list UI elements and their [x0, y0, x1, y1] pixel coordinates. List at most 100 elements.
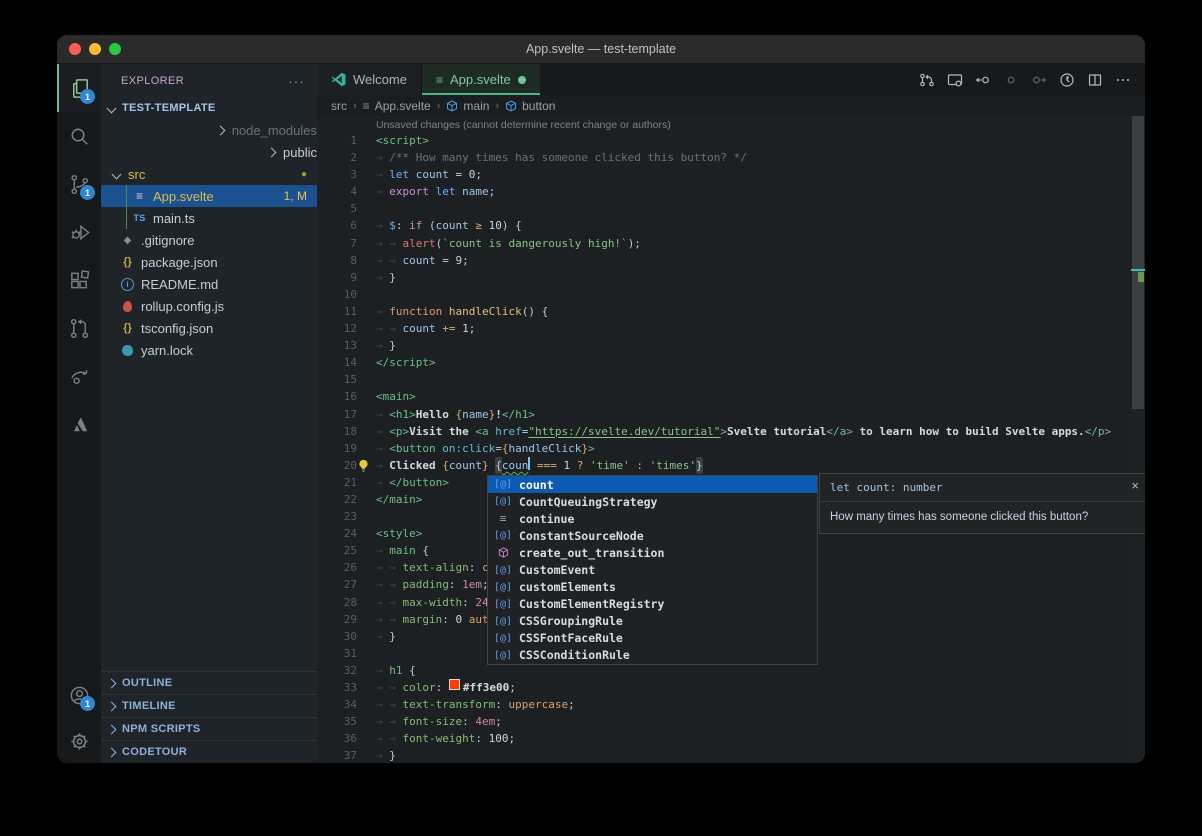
- file-row-.gitignore[interactable]: ◆.gitignore: [101, 229, 317, 251]
- suggest-item-label: create_out_transition: [519, 546, 664, 560]
- line-number: 17: [317, 406, 376, 423]
- editor-scrollbar[interactable]: [1131, 116, 1145, 763]
- code-line-16[interactable]: 16<main>: [317, 388, 1145, 405]
- suggest-docs-panel: let count: number How many times has som…: [819, 473, 1145, 534]
- search-icon[interactable]: [57, 112, 101, 160]
- code-line-9[interactable]: 9→ }: [317, 269, 1145, 286]
- suggest-item-CSSGroupingRule[interactable]: [@]CSSGroupingRule: [488, 613, 817, 630]
- suggest-item-continue[interactable]: ≡continue: [488, 510, 817, 527]
- suggest-item-customElements[interactable]: [@]customElements: [488, 579, 817, 596]
- lightbulb-icon[interactable]: [357, 459, 370, 472]
- code-line-18[interactable]: 18→ <p>Visit the <a href="https://svelte…: [317, 423, 1145, 440]
- file-row-rollup.config.js[interactable]: rollup.config.js: [101, 295, 317, 317]
- breadcrumb-item-button[interactable]: button: [505, 99, 555, 113]
- code-line-2[interactable]: 2→ /** How many times has someone clicke…: [317, 149, 1145, 166]
- code-line-8[interactable]: 8→ → count = 9;: [317, 252, 1145, 269]
- tab-welcome[interactable]: Welcome: [317, 64, 422, 95]
- suggest-item-CountQueuingStrategy[interactable]: [@]CountQueuingStrategy: [488, 493, 817, 510]
- code-line-17[interactable]: 17→ <h1>Hello {name}!</h1>: [317, 406, 1145, 423]
- file-row-public[interactable]: public: [101, 141, 317, 163]
- timeline-icon[interactable]: [1055, 68, 1079, 92]
- suggest-item-CSSConditionRule[interactable]: [@]CSSConditionRule: [488, 647, 817, 664]
- line-number: 18: [317, 423, 376, 440]
- suggest-item-CustomElementRegistry[interactable]: [@]CustomElementRegistry: [488, 596, 817, 613]
- line-number: 33: [317, 679, 376, 696]
- code-line-19[interactable]: 19→ <button on:click={handleClick}>: [317, 440, 1145, 457]
- next-change-icon[interactable]: [1027, 68, 1051, 92]
- code-line-13[interactable]: 13→ }: [317, 337, 1145, 354]
- azure-icon[interactable]: [57, 400, 101, 448]
- code-line-36[interactable]: 36→ → font-weight: 100;: [317, 730, 1145, 747]
- code-line-14[interactable]: 14</script>: [317, 354, 1145, 371]
- code-line-3[interactable]: 3→ let count = 0;: [317, 166, 1145, 183]
- code-line-1[interactable]: 1<script>: [317, 132, 1145, 149]
- color-swatch[interactable]: [449, 679, 460, 690]
- suggest-item-ConstantSourceNode[interactable]: [@]ConstantSourceNode: [488, 527, 817, 544]
- suggest-item-count[interactable]: [@]count: [488, 476, 817, 493]
- code-line-5[interactable]: 5: [317, 200, 1145, 217]
- section-codetour[interactable]: CODETOUR: [101, 740, 317, 763]
- github-pr-icon[interactable]: [57, 304, 101, 352]
- code-line-37[interactable]: 37→ }: [317, 747, 1145, 763]
- code-line-6[interactable]: 6→ $: if (count ≥ 10) {: [317, 217, 1145, 234]
- symbol-cube-icon: [505, 100, 517, 112]
- breadcrumb-item-src[interactable]: src: [331, 99, 347, 113]
- project-name: TEST-TEMPLATE: [122, 102, 216, 114]
- file-row-src[interactable]: src●: [101, 163, 317, 185]
- settings-gear-icon[interactable]: [57, 719, 101, 763]
- explorer-more-actions[interactable]: ···: [288, 73, 305, 89]
- code-line-15[interactable]: 15: [317, 371, 1145, 388]
- code-line-35[interactable]: 35→ → font-size: 4em;: [317, 713, 1145, 730]
- file-row-yarn.lock[interactable]: yarn.lock: [101, 339, 317, 361]
- file-row-tsconfig.json[interactable]: {}tsconfig.json: [101, 317, 317, 339]
- code-line-11[interactable]: 11→ function handleClick() {: [317, 303, 1145, 320]
- section-outline[interactable]: OUTLINE: [101, 671, 317, 694]
- account-icon[interactable]: 1: [57, 671, 101, 719]
- section-npm-scripts[interactable]: NPM SCRIPTS: [101, 717, 317, 740]
- modified-dot-icon[interactable]: [518, 76, 526, 84]
- problems-badge: 1, M: [284, 189, 307, 203]
- line-number: 25: [317, 542, 376, 559]
- code-line-4[interactable]: 4→ export let name;: [317, 183, 1145, 200]
- tab-app-svelte[interactable]: ≡ App.svelte: [422, 64, 540, 95]
- code-line-10[interactable]: 10: [317, 286, 1145, 303]
- line-number: 16: [317, 388, 376, 405]
- suggest-item-CSSFontFaceRule[interactable]: [@]CSSFontFaceRule: [488, 630, 817, 647]
- section-timeline[interactable]: TIMELINE: [101, 694, 317, 717]
- current-change-icon[interactable]: [999, 68, 1023, 92]
- scrollbar-slider[interactable]: [1132, 116, 1144, 409]
- code-line-33[interactable]: 33→ → color: #ff3e00;: [317, 679, 1145, 696]
- close-icon[interactable]: ×: [1131, 478, 1139, 493]
- file-row-node_modules[interactable]: node_modules: [101, 119, 317, 141]
- project-root-row[interactable]: TEST-TEMPLATE: [101, 97, 317, 119]
- explorer-icon[interactable]: 1: [57, 64, 101, 112]
- minimize-window-button[interactable]: [89, 43, 101, 55]
- close-window-button[interactable]: [69, 43, 81, 55]
- section-label: OUTLINE: [122, 677, 172, 689]
- source-control-icon[interactable]: 1: [57, 160, 101, 208]
- breadcrumb-item-main[interactable]: main: [446, 99, 489, 113]
- code-line-20[interactable]: 20→ Clicked {count} {coun === 1 ? 'time'…: [317, 457, 1145, 474]
- run-debug-icon[interactable]: [57, 208, 101, 256]
- code-editor[interactable]: Unsaved changes (cannot determine recent…: [317, 116, 1145, 763]
- zoom-window-button[interactable]: [109, 43, 121, 55]
- breadcrumb-item-app-svelte[interactable]: ≡App.svelte: [363, 99, 431, 113]
- live-share-icon[interactable]: [57, 352, 101, 400]
- account-badge: 1: [80, 696, 95, 711]
- more-actions-icon[interactable]: [1111, 68, 1135, 92]
- open-changes-icon[interactable]: [915, 68, 939, 92]
- code-line-34[interactable]: 34→ → text-transform: uppercase;: [317, 696, 1145, 713]
- code-line-7[interactable]: 7→ → alert(`count is dangerously high!`)…: [317, 235, 1145, 252]
- suggest-item-CustomEvent[interactable]: [@]CustomEvent: [488, 561, 817, 578]
- file-row-main.ts[interactable]: TSmain.ts: [101, 207, 317, 229]
- suggest-item-create_out_transition[interactable]: create_out_transition: [488, 544, 817, 561]
- code-line-12[interactable]: 12→ → count += 1;: [317, 320, 1145, 337]
- extensions-icon[interactable]: [57, 256, 101, 304]
- file-row-README.md[interactable]: iREADME.md: [101, 273, 317, 295]
- chevron-down-icon: [107, 103, 117, 113]
- previous-change-icon[interactable]: [971, 68, 995, 92]
- split-editor-icon[interactable]: [1083, 68, 1107, 92]
- open-preview-icon[interactable]: [943, 68, 967, 92]
- file-row-App.svelte[interactable]: ≡App.svelte1, M: [101, 185, 317, 207]
- file-row-package.json[interactable]: {}package.json: [101, 251, 317, 273]
